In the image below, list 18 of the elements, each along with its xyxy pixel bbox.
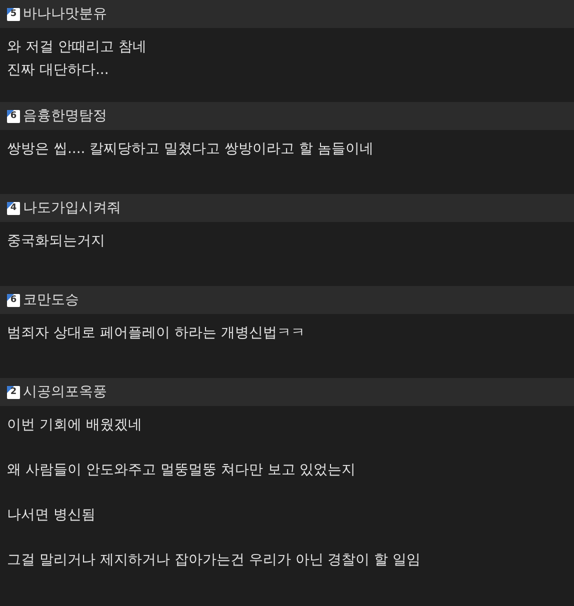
comment-text: 중국화되는거지 (7, 232, 106, 251)
nickname[interactable]: 코만도승 (23, 290, 79, 310)
level-badge: 5 (7, 8, 20, 20)
level-badge: 6 (7, 110, 20, 122)
comment-text: 와 저걸 안때리고 참네 진짜 대단하다... (7, 38, 148, 80)
nickname[interactable]: 나도가입시켜줘 (23, 198, 121, 218)
comment-text: 그걸 말리거나 제지하거나 잡아가는건 우리가 아닌 경찰이 할 일임 (7, 551, 422, 570)
nickname[interactable]: 음흉한명탐정 (23, 106, 107, 126)
nickname[interactable]: 바나나맛분유 (23, 4, 107, 24)
nickname[interactable]: 시공의포옥풍 (23, 382, 107, 402)
level-badge: 6 (7, 294, 20, 306)
comment-text: 이번 기회에 배웠겠네 (7, 416, 143, 435)
comment-text: 쌍방은 씹.... 칼찌당하고 밀쳤다고 쌍방이라고 할 놈들이네 (7, 140, 375, 159)
comment-text: 나서면 병신됨 (7, 506, 96, 525)
comment-text: 왜 사람들이 안도와주고 멀뚱멀뚱 쳐다만 보고 있었는지 (7, 461, 357, 480)
comment-text: 범죄자 상대로 페어플레이 하라는 개병신법ㅋㅋ (7, 324, 306, 343)
level-badge: 2 (7, 386, 20, 398)
level-badge: 4 (7, 202, 20, 214)
